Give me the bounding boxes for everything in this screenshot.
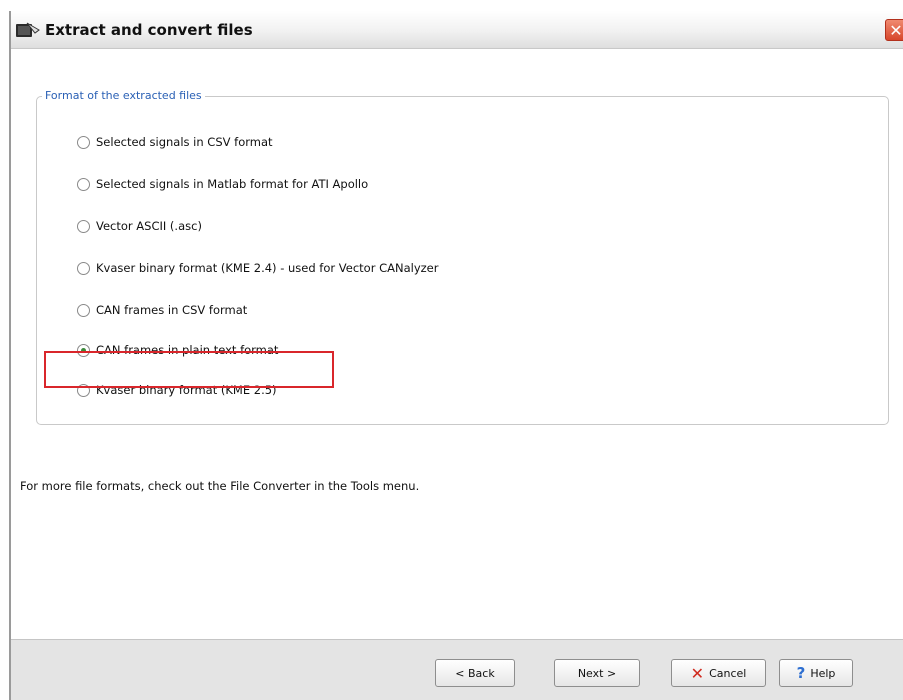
help-button-label: Help [810, 666, 836, 680]
group-legend: Format of the extracted files [42, 89, 205, 102]
radio-button[interactable] [77, 303, 90, 317]
radio-button[interactable] [77, 135, 90, 149]
window-title: Extract and convert files [45, 21, 253, 39]
option-csv-signals[interactable]: Selected signals in CSV format [77, 131, 273, 153]
option-label: CAN frames in CSV format [96, 303, 248, 317]
option-kme24[interactable]: Kvaser binary format (KME 2.4) - used fo… [77, 257, 438, 279]
option-matlab-signals[interactable]: Selected signals in Matlab format for AT… [77, 173, 368, 195]
close-button[interactable]: ✕ [885, 19, 903, 41]
option-label: Selected signals in Matlab format for AT… [96, 177, 369, 191]
help-icon: ? [796, 664, 806, 682]
app-icon [16, 22, 40, 37]
selection-highlight-box [44, 351, 334, 388]
close-icon: ✕ [889, 21, 903, 40]
title-bar[interactable]: Extract and convert files ✕ [11, 11, 903, 49]
next-button-label: Next > [577, 666, 617, 680]
back-button-label: < Back [455, 666, 495, 680]
cancel-icon: ✕ [690, 663, 705, 683]
radio-button[interactable] [77, 261, 90, 275]
option-label: Kvaser binary format (KME 2.4) - used fo… [96, 261, 439, 275]
radio-button[interactable] [77, 177, 90, 191]
help-button[interactable]: ? Help [779, 659, 853, 687]
option-label: Selected signals in CSV format [96, 135, 273, 149]
next-button[interactable]: Next > [554, 659, 640, 687]
cancel-button[interactable]: ✕ Cancel [671, 659, 766, 687]
option-label: Vector ASCII (.asc) [96, 219, 202, 233]
cancel-button-label: Cancel [709, 666, 747, 680]
button-bar: < Back Next > ✕ Cancel ? Help [11, 639, 903, 700]
back-button[interactable]: < Back [435, 659, 515, 687]
dialog-window: Extract and convert files ✕ Format of th… [9, 11, 903, 700]
dialog-body: Format of the extracted files Selected s… [11, 49, 903, 639]
option-vector-ascii[interactable]: Vector ASCII (.asc) [77, 215, 202, 237]
hint-text: For more file formats, check out the Fil… [20, 479, 420, 493]
radio-button[interactable] [77, 219, 90, 233]
option-can-csv[interactable]: CAN frames in CSV format [77, 299, 247, 321]
